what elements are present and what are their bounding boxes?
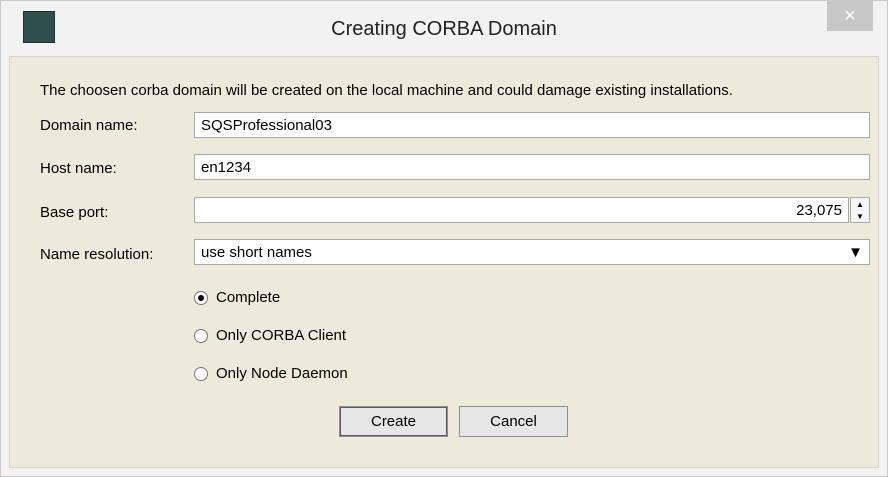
dropdown-arrow-icon[interactable]: ▼ xyxy=(848,244,863,261)
cancel-button[interactable]: Cancel xyxy=(459,406,568,437)
option-node-daemon-label: Only Node Daemon xyxy=(216,365,348,382)
option-complete-label: Complete xyxy=(216,289,281,306)
dialog-window: Creating CORBA Domain × The choosen corb… xyxy=(0,0,888,477)
title-bar: Creating CORBA Domain × xyxy=(1,1,887,55)
radio-unchecked-icon[interactable] xyxy=(194,328,208,343)
description-text: The choosen corba domain will be created… xyxy=(40,82,733,99)
chevron-up-icon[interactable]: ▲ xyxy=(851,198,869,210)
domain-name-field[interactable]: SQSProfessional03 xyxy=(194,112,870,138)
domain-name-label: Domain name: xyxy=(40,117,138,134)
radio-checked-icon[interactable] xyxy=(194,290,208,305)
chevron-down-icon[interactable]: ▼ xyxy=(851,210,869,222)
host-name-field[interactable]: en1234 xyxy=(194,154,870,180)
name-resolution-select[interactable]: use short names ▼ xyxy=(194,239,870,265)
create-button[interactable]: Create xyxy=(339,406,448,437)
base-port-field[interactable]: 23,075 xyxy=(194,197,849,223)
window-title: Creating CORBA Domain xyxy=(331,18,557,40)
close-icon[interactable]: × xyxy=(827,1,873,31)
base-port-spinner[interactable]: ▲ ▼ xyxy=(850,197,870,223)
option-node-daemon[interactable]: Only Node Daemon xyxy=(194,365,348,382)
name-resolution-label: Name resolution: xyxy=(40,246,154,263)
radio-unchecked-icon[interactable] xyxy=(194,366,208,381)
option-complete[interactable]: Complete xyxy=(194,289,280,306)
name-resolution-value: use short names xyxy=(201,243,312,261)
base-port-label: Base port: xyxy=(40,204,109,221)
option-corba-client[interactable]: Only CORBA Client xyxy=(194,327,346,344)
option-corba-client-label: Only CORBA Client xyxy=(216,327,347,344)
host-name-label: Host name: xyxy=(40,160,117,177)
